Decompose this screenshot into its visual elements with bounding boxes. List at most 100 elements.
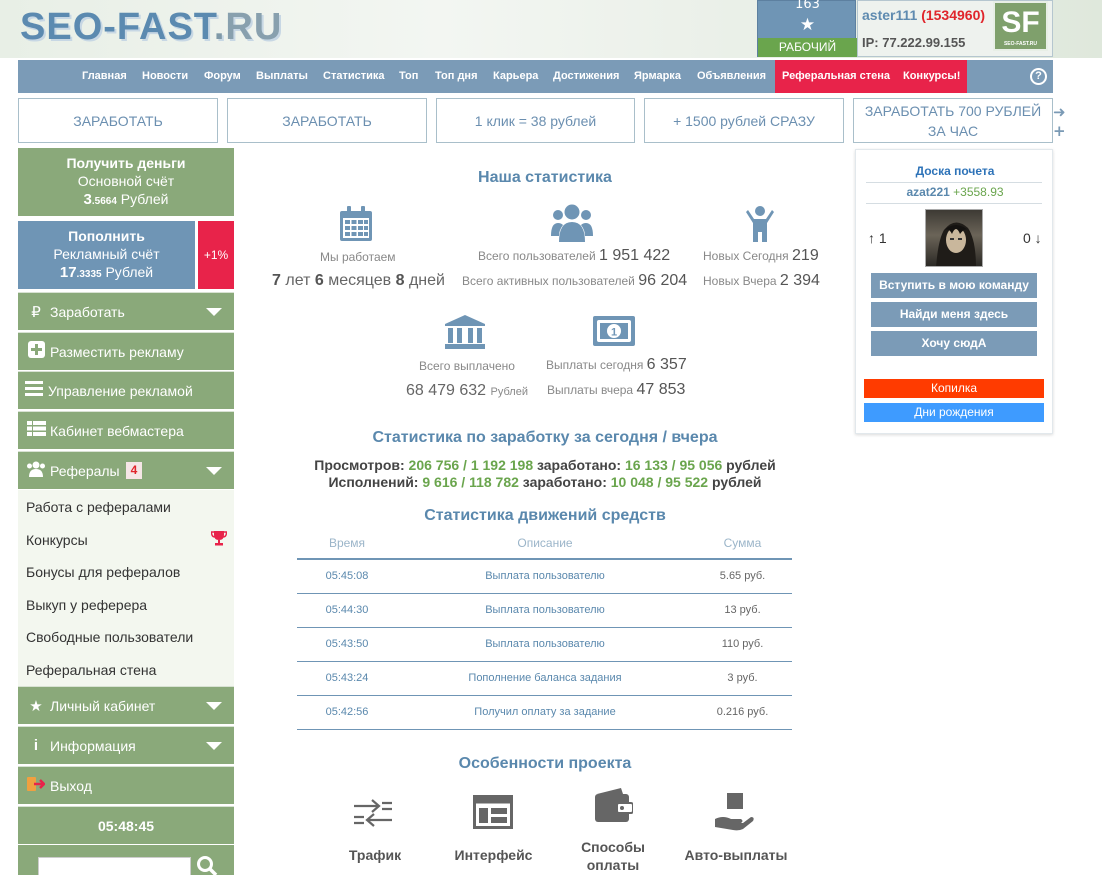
menu-place-ad[interactable]: Разместить рекламу [18, 332, 234, 370]
earn-banner-1[interactable]: ЗАРАБОТАТЬ [18, 98, 218, 143]
top-up-block[interactable]: Пополнить Рекламный счёт 17.3335 Рублей [18, 221, 195, 289]
want-here-button[interactable]: Хочу сюдА [871, 331, 1037, 356]
site-logo[interactable]: SEO-FAST.RU [20, 6, 282, 49]
table-row: 05:44:30 Выплата пользователю 13 руб. [297, 593, 792, 628]
star-icon: ★ [29, 697, 43, 715]
trophy-icon [211, 531, 227, 546]
table-row: 05:42:56 Получил оплату за задание 0.216 р… [297, 695, 792, 730]
col-description: Описание [397, 528, 693, 560]
new-yesterday: Новых Вчера 2 394 [703, 272, 820, 289]
nav-career[interactable]: Карьера [493, 60, 538, 93]
bonus-badge[interactable]: +1% [198, 221, 234, 289]
info-icon: i [33, 737, 39, 754]
new-today: Новых Сегодня 219 [703, 247, 819, 264]
menu-manage-ad[interactable]: Управление рекламой [18, 371, 234, 409]
menu-referrals[interactable]: Рефералы 4 [18, 451, 234, 489]
banner-arrows-icon[interactable]: ➜ + [1053, 103, 1067, 141]
server-clock: 05:48:45 [18, 806, 234, 844]
feature-interface: Интерфейс [454, 847, 533, 863]
bank-icon [445, 315, 485, 349]
nav-top[interactable]: Топ [399, 60, 418, 93]
earnings-title: Статистика по заработку за сегодня / вче… [372, 429, 718, 446]
piggy-bank-button[interactable]: Копилка [864, 379, 1044, 398]
plus-box-icon [26, 341, 46, 362]
active-users: Всего активных пользователей 96 204 [462, 272, 688, 289]
ad-balance: 17.3335 Рублей [59, 264, 154, 281]
movements-table: Время Описание Сумма 05:45:08 Выплата пол… [297, 528, 792, 730]
avatar[interactable] [925, 209, 983, 267]
chevron-down-icon [206, 742, 222, 750]
grid-list-icon [26, 421, 46, 440]
svg-text:1: 1 [611, 327, 617, 339]
help-icon[interactable]: ? [1030, 68, 1047, 85]
find-me-button[interactable]: Найди меня здесь [871, 302, 1037, 327]
nav-fair[interactable]: Ярмарка [634, 60, 681, 93]
table-row: 05:43:50 Выплата пользователю 110 руб. [297, 627, 792, 662]
vote-down[interactable]: 0 ↓ [1023, 230, 1042, 246]
col-amount: Сумма [693, 528, 792, 560]
paid-yesterday: Выплаты вчера 47 853 [547, 381, 686, 398]
nav-contests[interactable]: Конкурсы! [896, 60, 968, 93]
chevron-down-icon [206, 702, 222, 710]
earn-banner-3[interactable]: 1 клик = 38 рублей [436, 98, 635, 143]
new-user-icon [746, 206, 774, 242]
search-area [18, 845, 234, 875]
nav-referral-wall[interactable]: Реферальная стена [775, 60, 897, 93]
birthdays-button[interactable]: Дни рождения [864, 403, 1044, 422]
earn-banner-5[interactable]: ЗАРАБОТАТЬ 700 РУБЛЕЙ ЗА ЧАС [853, 98, 1053, 143]
user-box: aster111 (1534960) IP: 77.222.99.155 SF S… [857, 0, 1053, 57]
feature-payment-methods: Способы оплаты [581, 839, 645, 873]
movements-title: Статистика движений средств [424, 507, 666, 524]
vote-up[interactable]: ↑ 1 [868, 230, 887, 246]
honor-user[interactable]: azat221 +3558.93 [856, 185, 1054, 199]
earnings-views: Просмотров: 206 756 / 1 192 198 заработа… [314, 457, 776, 473]
nav-forum[interactable]: Форум [204, 60, 241, 93]
submenu-referral-bonuses[interactable]: Бонусы для рефералов [26, 564, 180, 580]
submenu-referral-wall[interactable]: Реферальная стена [26, 662, 156, 678]
wallet-icon [595, 788, 633, 822]
menu-logout[interactable]: Выход [18, 766, 234, 804]
nav-home[interactable]: Главная [82, 60, 127, 93]
submenu-work-referrals[interactable]: Работа с рефералами [26, 499, 171, 515]
join-team-button[interactable]: Вступить в мою команду [871, 273, 1037, 298]
honor-board-title[interactable]: Доска почета [856, 164, 1054, 178]
user-ip: IP: 77.222.99.155 [862, 35, 966, 50]
total-users: Всего пользователей 1 951 422 [478, 247, 671, 264]
feature-auto-payouts: Авто-выплаты [684, 847, 788, 863]
nav-top-day[interactable]: Топ дня [435, 60, 478, 93]
table-row: 05:43:24 Пополнение баланса задания 3 руб. [297, 661, 792, 696]
rank-label: РАБОЧИЙ [758, 38, 857, 57]
withdraw-money-block[interactable]: Получить деньги Основной счёт 3.5664 Руб… [18, 148, 234, 216]
feature-traffic: Трафик [348, 847, 402, 863]
nav-news[interactable]: Новости [142, 60, 188, 93]
rank-number: 163 [795, 0, 820, 12]
banknote-icon: 1 [593, 316, 635, 346]
divider [866, 182, 1042, 183]
username[interactable]: aster111 (1534960) [862, 7, 985, 23]
list-icon [24, 381, 44, 400]
star-icon: ★ [799, 15, 816, 35]
menu-cabinet[interactable]: ★ Личный кабинет [18, 686, 234, 724]
submenu-free-users[interactable]: Свободные пользователи [26, 629, 193, 645]
users-icon [26, 461, 46, 481]
nav-ads[interactable]: Объявления [697, 60, 766, 93]
search-input[interactable] [38, 857, 191, 875]
nav-statistics[interactable]: Статистика [323, 60, 385, 93]
nav-payouts[interactable]: Выплаты [256, 60, 308, 93]
submenu-contests[interactable]: Конкурсы [26, 532, 88, 548]
traffic-arrows-icon [354, 799, 392, 827]
earn-banner-4[interactable]: + 1500 рублей СРАЗУ [644, 98, 844, 143]
chevron-down-icon [206, 308, 222, 316]
submenu-buyout[interactable]: Выкуп у реферера [26, 597, 147, 613]
paid-total: 68 479 632 Рублей [406, 382, 528, 399]
paid-total-label: Всего выплачено [419, 359, 515, 373]
interface-window-icon [473, 795, 513, 829]
earn-banner-2[interactable]: ЗАРАБОТАТЬ [227, 98, 427, 143]
menu-webmaster[interactable]: Кабинет вебмастера [18, 411, 234, 449]
rank-box[interactable]: 163 ★ РАБОЧИЙ [757, 0, 857, 57]
menu-earn[interactable]: ₽ Заработать [18, 292, 234, 330]
working-duration: 7 лет 6 месяцев 8 дней [272, 272, 445, 289]
menu-info[interactable]: i Информация [18, 726, 234, 764]
nav-achievements[interactable]: Достижения [553, 60, 619, 93]
search-icon[interactable] [196, 855, 218, 875]
